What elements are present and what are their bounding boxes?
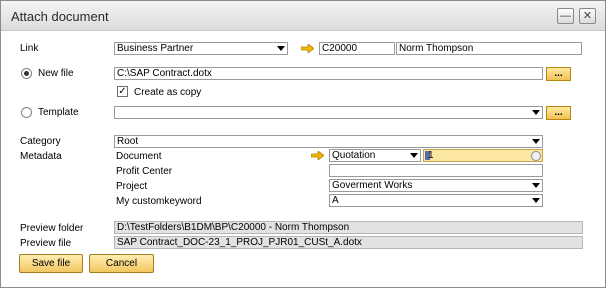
template-label: Template (38, 107, 79, 118)
document-number-value: 1 (428, 150, 434, 161)
create-as-copy-checkbox[interactable]: ✓ (117, 86, 128, 97)
cancel-button[interactable]: Cancel (89, 254, 154, 273)
new-file-path-field[interactable]: C:\SAP Contract.dotx (114, 67, 543, 80)
link-type-select[interactable]: Business Partner (114, 42, 288, 55)
radio-selected-dot (24, 71, 29, 76)
preview-folder-label: Preview folder (20, 223, 84, 234)
preview-file-field: SAP Contract_DOC-23_1_PROJ_PJR01_CUSt_A.… (114, 236, 583, 249)
new-file-browse-label: ... (554, 68, 563, 79)
category-select[interactable]: Root (114, 135, 543, 148)
document-type-select[interactable]: Quotation (329, 149, 421, 162)
save-file-button[interactable]: Save file (19, 254, 83, 273)
title-bar: Attach document — ✕ (1, 1, 605, 31)
link-code-value: C20000 (322, 43, 358, 54)
link-label: Link (20, 43, 39, 54)
new-file-label: New file (38, 68, 74, 79)
link-name-field[interactable]: Norm Thompson (396, 42, 582, 55)
profit-center-label: Profit Center (116, 166, 173, 177)
metadata-label: Metadata (20, 151, 62, 162)
check-icon: ✓ (118, 86, 127, 97)
link-type-value: Business Partner (117, 43, 194, 54)
link-code-field[interactable]: C20000 (319, 42, 395, 55)
project-value: Goverment Works (332, 180, 413, 191)
chevron-down-icon (532, 139, 540, 144)
category-label: Category (20, 136, 61, 147)
close-button[interactable]: ✕ (579, 8, 596, 24)
category-value: Root (117, 136, 139, 147)
template-browse-button[interactable]: ... (546, 106, 571, 120)
project-select[interactable]: Goverment Works (329, 179, 543, 192)
cancel-label: Cancel (105, 258, 138, 269)
custom-keyword-select[interactable]: A (329, 194, 543, 207)
preview-folder-field: D:\TestFolders\B1DM\BP\C20000 - Norm Tho… (114, 221, 583, 234)
chevron-down-icon (410, 153, 418, 158)
minimize-button[interactable]: — (557, 8, 574, 24)
template-select[interactable] (114, 106, 543, 119)
profit-center-field[interactable] (329, 164, 543, 177)
new-file-path-value: C:\SAP Contract.dotx (117, 68, 212, 79)
preview-file-value: SAP Contract_DOC-23_1_PROJ_PJR01_CUSt_A.… (117, 237, 362, 248)
custom-keyword-value: A (332, 195, 339, 206)
new-file-browse-button[interactable]: ... (546, 67, 571, 81)
chevron-down-icon (532, 198, 540, 203)
document-label: Document (116, 151, 162, 162)
chevron-down-icon (532, 183, 540, 188)
template-radio[interactable] (21, 107, 32, 118)
save-file-label: Save file (31, 258, 71, 269)
chevron-down-icon (277, 46, 285, 51)
window-title: Attach document (11, 9, 109, 24)
minimize-icon: — (560, 10, 571, 22)
template-browse-label: ... (554, 107, 563, 118)
document-number-field[interactable]: 1 (423, 149, 543, 162)
document-link-arrow-icon[interactable] (311, 151, 324, 160)
link-arrow-icon[interactable] (301, 44, 314, 53)
chevron-down-icon (532, 110, 540, 115)
document-type-value: Quotation (332, 150, 376, 161)
new-file-radio[interactable] (21, 68, 32, 79)
link-name-value: Norm Thompson (399, 43, 474, 54)
preview-file-label: Preview file (20, 238, 72, 249)
custom-keyword-label: My customkeyword (116, 196, 202, 207)
create-as-copy-label: Create as copy (134, 87, 202, 98)
preview-folder-value: D:\TestFolders\B1DM\BP\C20000 - Norm Tho… (117, 222, 350, 233)
spin-icon[interactable] (531, 151, 541, 161)
project-label: Project (116, 181, 148, 192)
close-icon: ✕ (582, 10, 593, 22)
attach-document-dialog: Attach document — ✕ Link Business Partne… (0, 0, 606, 288)
